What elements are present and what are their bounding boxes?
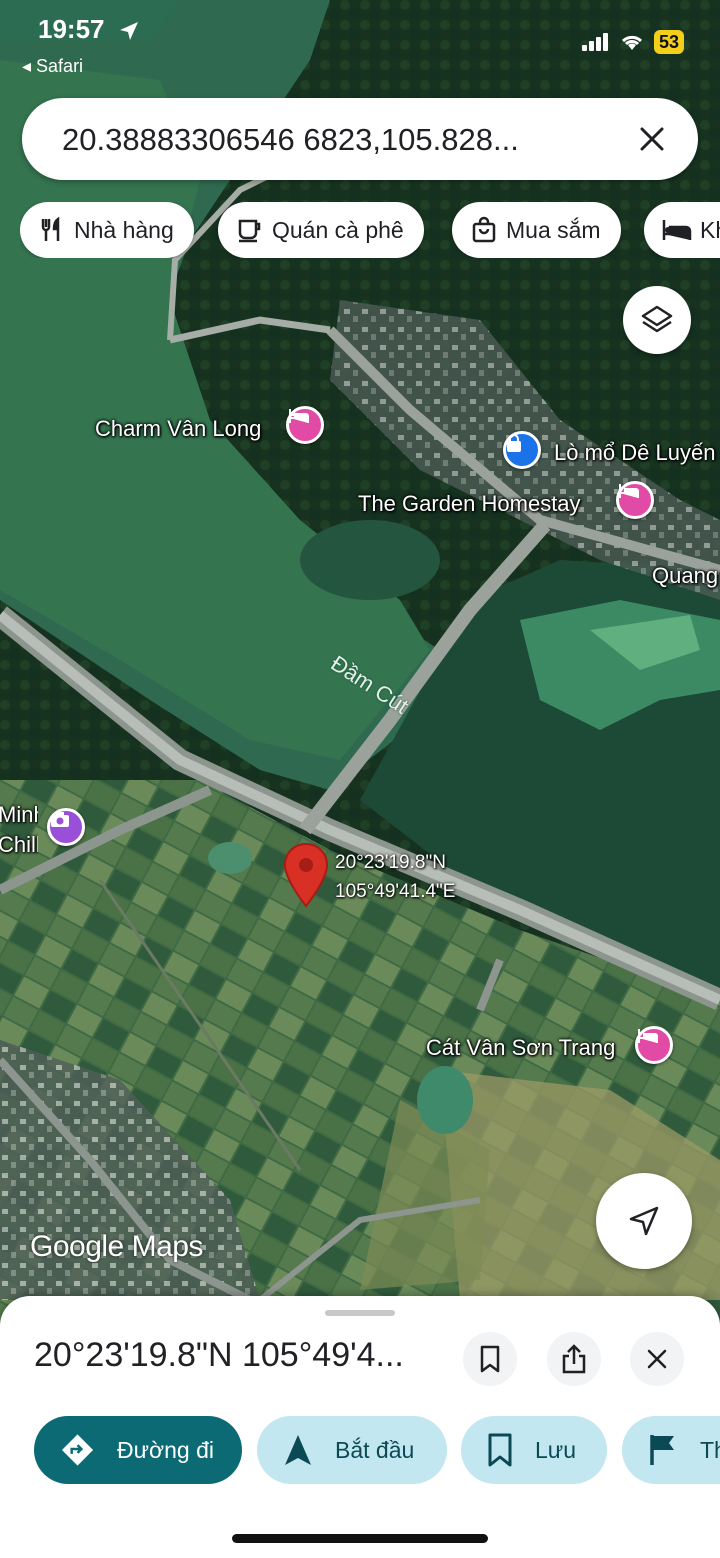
share-button[interactable]	[547, 1332, 601, 1386]
category-chips: Nhà hàng Quán cà phê Mua sắm Kh	[20, 202, 720, 258]
start-button[interactable]: Bắt đầu	[257, 1416, 447, 1484]
place-label-lo-mo-de-luyen[interactable]: Lò mổ Dê Luyến	[554, 440, 715, 466]
chip-label: Kh	[700, 216, 720, 243]
search-bar[interactable]: 20.38883306546 6823,105.828...	[22, 98, 698, 180]
shopping-bag-icon	[472, 216, 496, 243]
bookmark-icon	[480, 1345, 500, 1373]
hotel-pin-icon[interactable]	[286, 406, 324, 444]
pin-longitude: 105°49'41.4"E	[335, 881, 456, 902]
my-location-button[interactable]	[596, 1173, 692, 1269]
bookmark-icon	[488, 1433, 512, 1467]
shop-pin-icon[interactable]	[503, 431, 541, 469]
pin-latitude: 20°23'19.8"N	[335, 852, 446, 873]
chip-shopping[interactable]: Mua sắm	[452, 202, 621, 258]
save-icon-button[interactable]	[463, 1332, 517, 1386]
place-label-cat-van-son-trang[interactable]: Cát Vân Sơn Trang	[426, 1035, 615, 1061]
action-buttons: Đường đi Bắt đầu Lưu Th	[34, 1416, 720, 1486]
save-button[interactable]: Lưu	[461, 1416, 607, 1484]
location-pin-icon[interactable]	[282, 842, 330, 908]
chip-cafes[interactable]: Quán cà phê	[218, 202, 424, 258]
back-to-safari[interactable]: ◂ Safari	[22, 56, 83, 77]
action-label: Bắt đầu	[335, 1436, 415, 1463]
layers-icon	[641, 305, 673, 333]
place-bottom-sheet[interactable]: 20°23'19.8"N 105°49'4... Đường đi Bắt đầ…	[0, 1296, 720, 1558]
search-query[interactable]: 20.38883306546 6823,105.828...	[62, 122, 519, 158]
fork-knife-icon	[41, 216, 60, 241]
layers-button[interactable]	[623, 286, 691, 354]
chip-hotels[interactable]: Kh	[644, 202, 720, 258]
close-icon	[647, 1349, 667, 1369]
status-time: 19:57	[38, 14, 105, 44]
location-arrow-icon	[120, 22, 138, 40]
close-sheet-button[interactable]	[630, 1332, 684, 1386]
google-maps-logo: Google Maps	[30, 1230, 203, 1263]
camera-pin-icon[interactable]	[47, 808, 85, 846]
action-label: Đường đi	[117, 1436, 214, 1463]
place-label-minh-chill[interactable]: Minh Chill	[0, 800, 38, 860]
place-label-the-garden-homestay[interactable]: The Garden Homestay	[358, 491, 581, 517]
chip-restaurants[interactable]: Nhà hàng	[20, 202, 194, 258]
chip-label: Mua sắm	[506, 216, 601, 243]
label-button[interactable]: Th	[622, 1416, 720, 1484]
sheet-grabber[interactable]	[325, 1310, 395, 1316]
hotel-pin-icon[interactable]	[616, 481, 654, 519]
status-indicators: 53	[581, 30, 684, 54]
navigation-arrow-icon	[629, 1206, 659, 1236]
wifi-icon	[621, 35, 643, 50]
directions-button[interactable]: Đường đi	[34, 1416, 242, 1484]
pin-coordinates-label: 20°23'19.8"N 105°49'41.4"E	[335, 848, 455, 906]
coffee-cup-icon	[238, 219, 261, 243]
clear-search-button[interactable]	[630, 117, 674, 161]
home-indicator[interactable]	[232, 1534, 488, 1543]
navigation-arrow-icon	[285, 1435, 311, 1465]
chip-label: Quán cà phê	[272, 216, 404, 243]
hotel-pin-icon[interactable]	[635, 1026, 673, 1064]
place-label-charm-van-long[interactable]: Charm Vân Long	[95, 416, 261, 442]
share-icon	[562, 1344, 586, 1374]
close-icon	[640, 127, 664, 151]
place-label-quang[interactable]: Quang	[652, 563, 718, 589]
battery-level: 53	[653, 30, 684, 54]
bed-icon	[662, 220, 692, 240]
action-label: Th	[700, 1436, 720, 1463]
cellular-signal-icon	[581, 33, 608, 51]
flag-icon	[650, 1435, 674, 1465]
action-label: Lưu	[535, 1436, 576, 1463]
directions-icon	[61, 1434, 94, 1466]
chip-label: Nhà hàng	[74, 216, 174, 243]
place-title: 20°23'19.8"N 105°49'4...	[34, 1336, 404, 1374]
